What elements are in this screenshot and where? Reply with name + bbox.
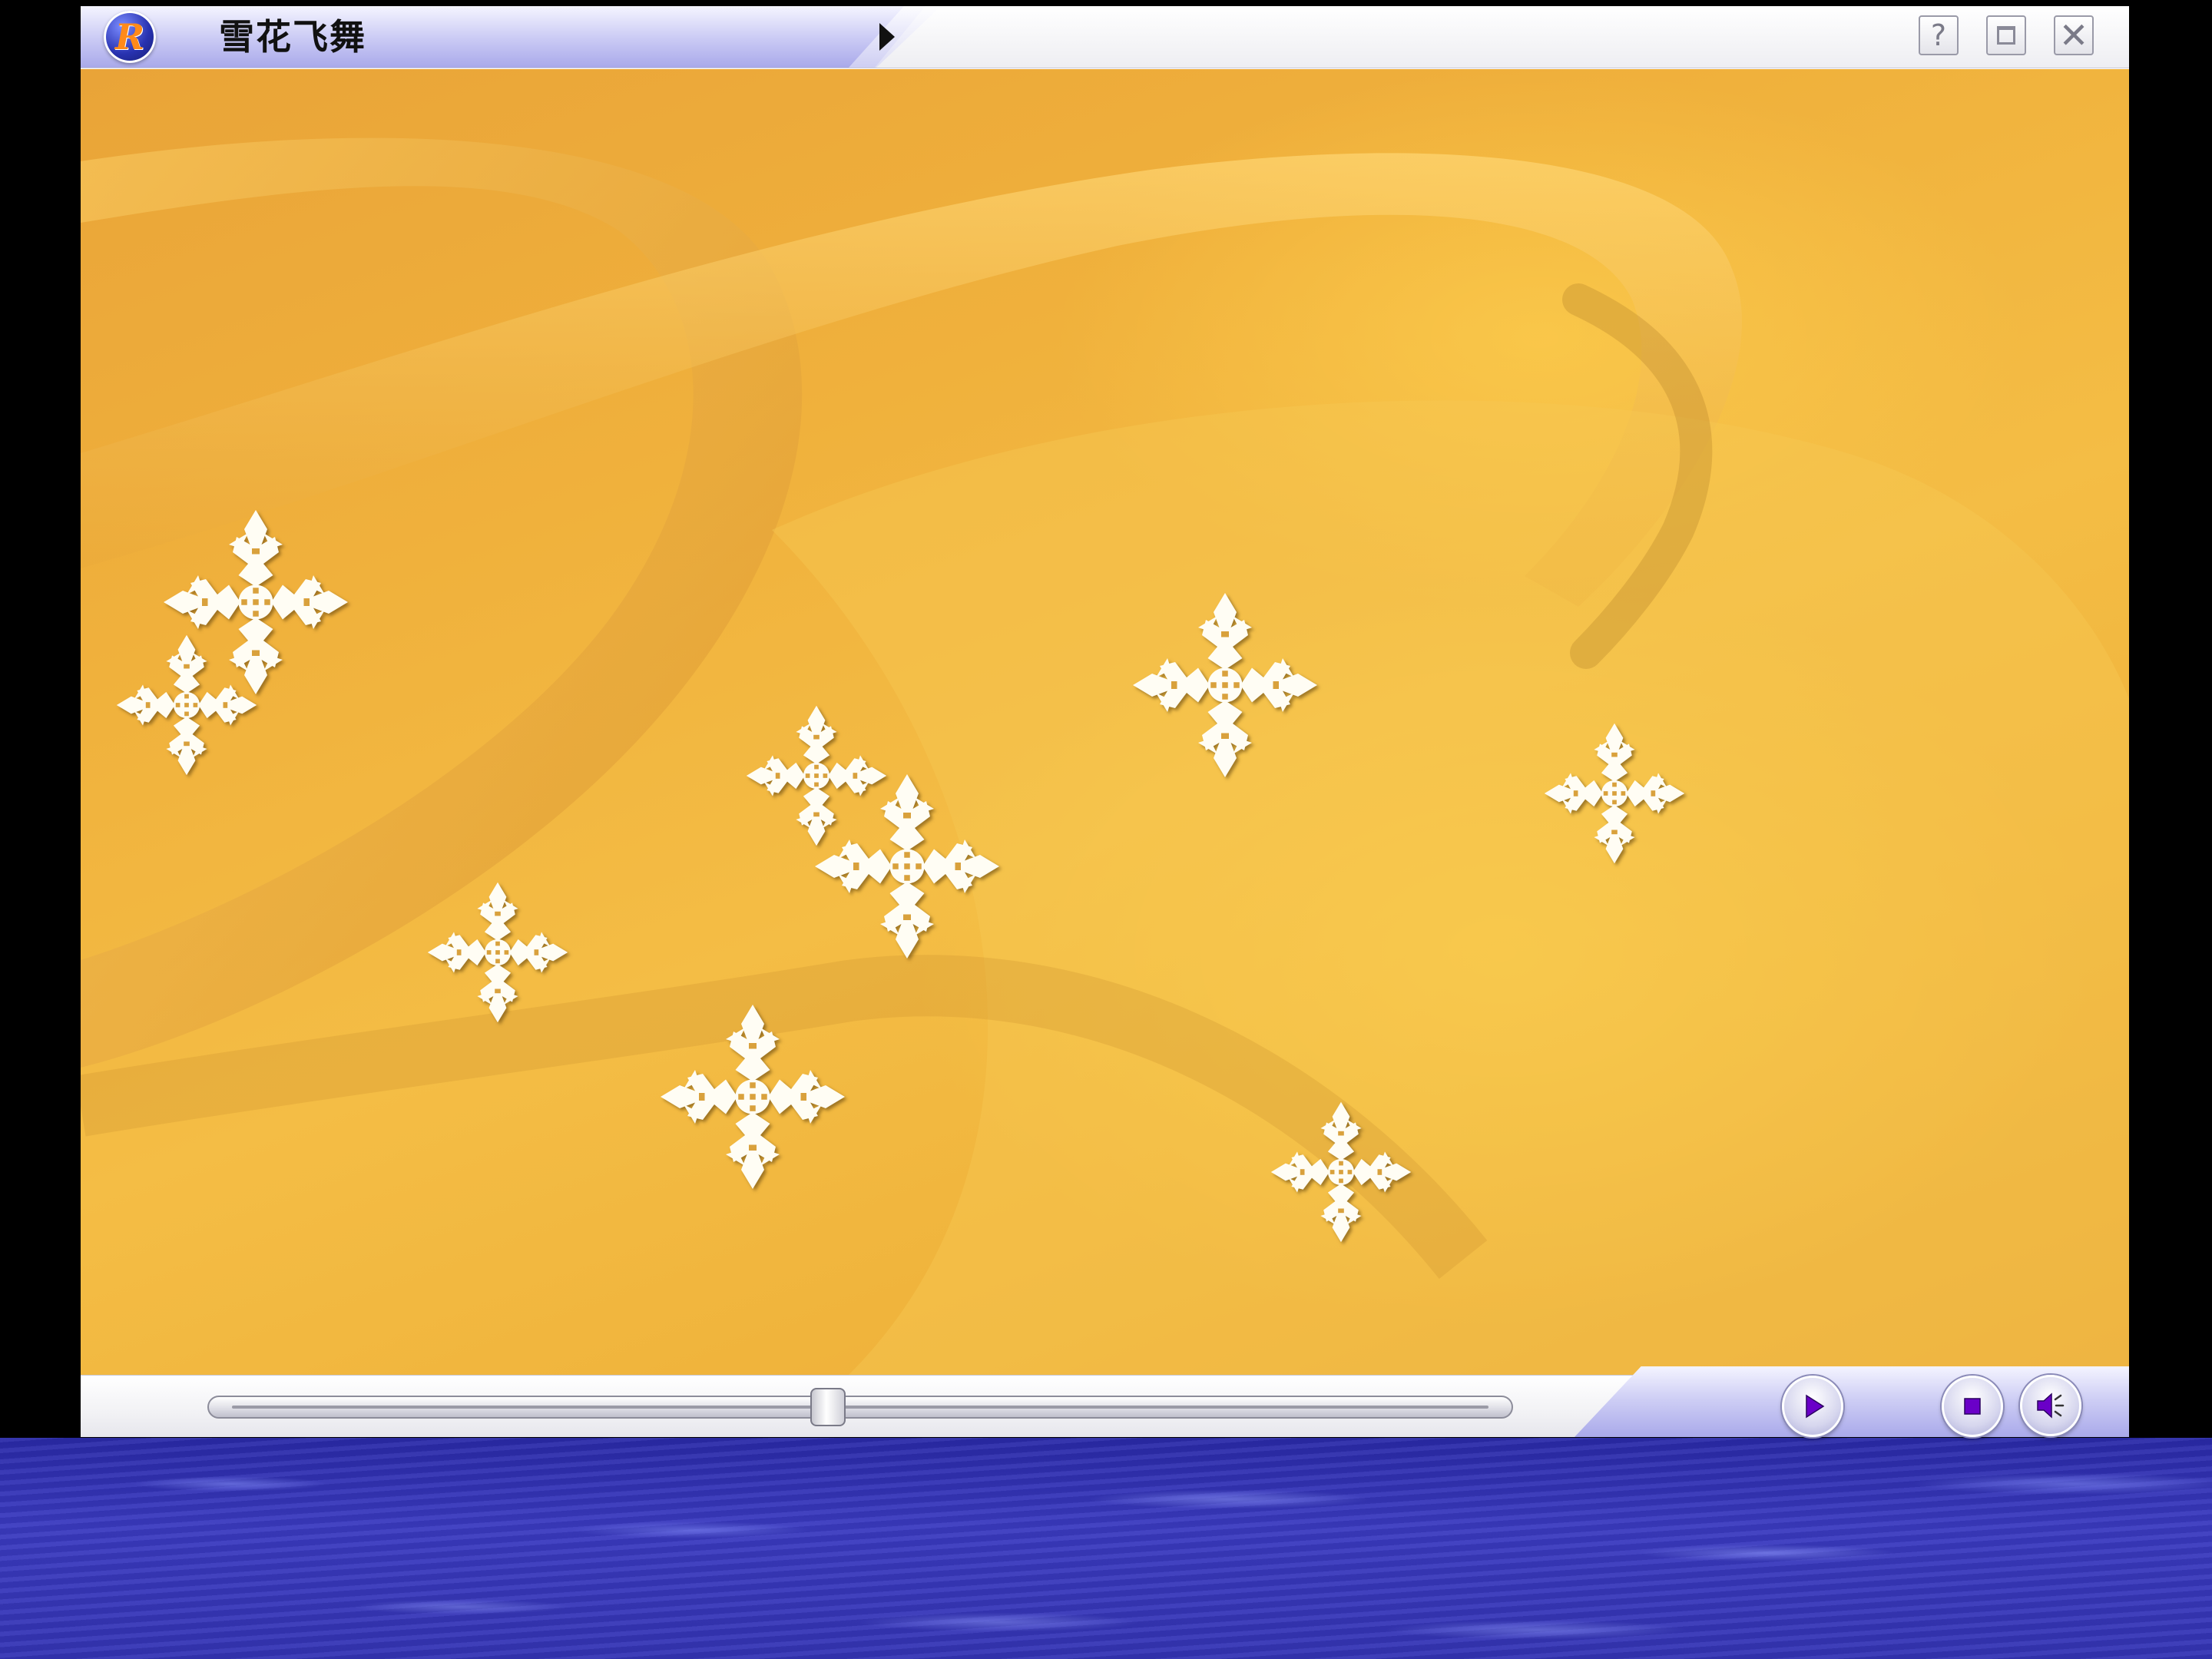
close-button[interactable]: ✕ (2054, 15, 2094, 56)
title-bar: R 雪花飞舞 ? ✕ (81, 6, 2129, 68)
video-content-area[interactable] (81, 69, 2129, 1375)
seek-bar[interactable] (207, 1388, 1513, 1426)
help-button[interactable]: ? (1919, 15, 1959, 55)
play-button[interactable] (1782, 1376, 1843, 1437)
snowflake-icon (114, 632, 260, 781)
player-logo-icon[interactable]: R (104, 11, 156, 63)
stop-icon (1964, 1398, 1981, 1415)
snowflake-icon (1268, 1099, 1414, 1248)
ribbon-background (81, 137, 2129, 1375)
water-background (0, 1438, 2212, 1659)
help-icon: ? (1930, 18, 1947, 52)
volume-button[interactable] (2020, 1375, 2081, 1436)
control-bar (81, 1366, 2129, 1437)
close-icon: ✕ (2058, 15, 2089, 56)
stop-button[interactable] (1942, 1376, 2003, 1437)
snowflake-icon (657, 1001, 849, 1196)
snowflake-icon (1129, 589, 1321, 784)
media-player-window: R 雪花飞舞 ? ✕ (81, 6, 2129, 1437)
title-tab (81, 6, 926, 68)
logo-letter: R (114, 16, 145, 58)
maximize-icon (1997, 26, 2015, 45)
snowflake-icon (811, 770, 1003, 965)
seek-thumb[interactable] (810, 1388, 846, 1426)
seek-groove (232, 1406, 1488, 1409)
play-icon (1806, 1394, 1825, 1419)
speaker-icon (2037, 1392, 2065, 1419)
snowflake-icon (1541, 720, 1687, 869)
maximize-button[interactable] (1986, 15, 2026, 55)
window-title: 雪花飞舞 (219, 16, 366, 58)
screen: R 雪花飞舞 ? ✕ (0, 0, 2212, 1659)
snowflake-icon (425, 879, 571, 1028)
play-triangle-icon[interactable] (879, 23, 895, 51)
volume-button-wrap (2020, 1375, 2081, 1436)
